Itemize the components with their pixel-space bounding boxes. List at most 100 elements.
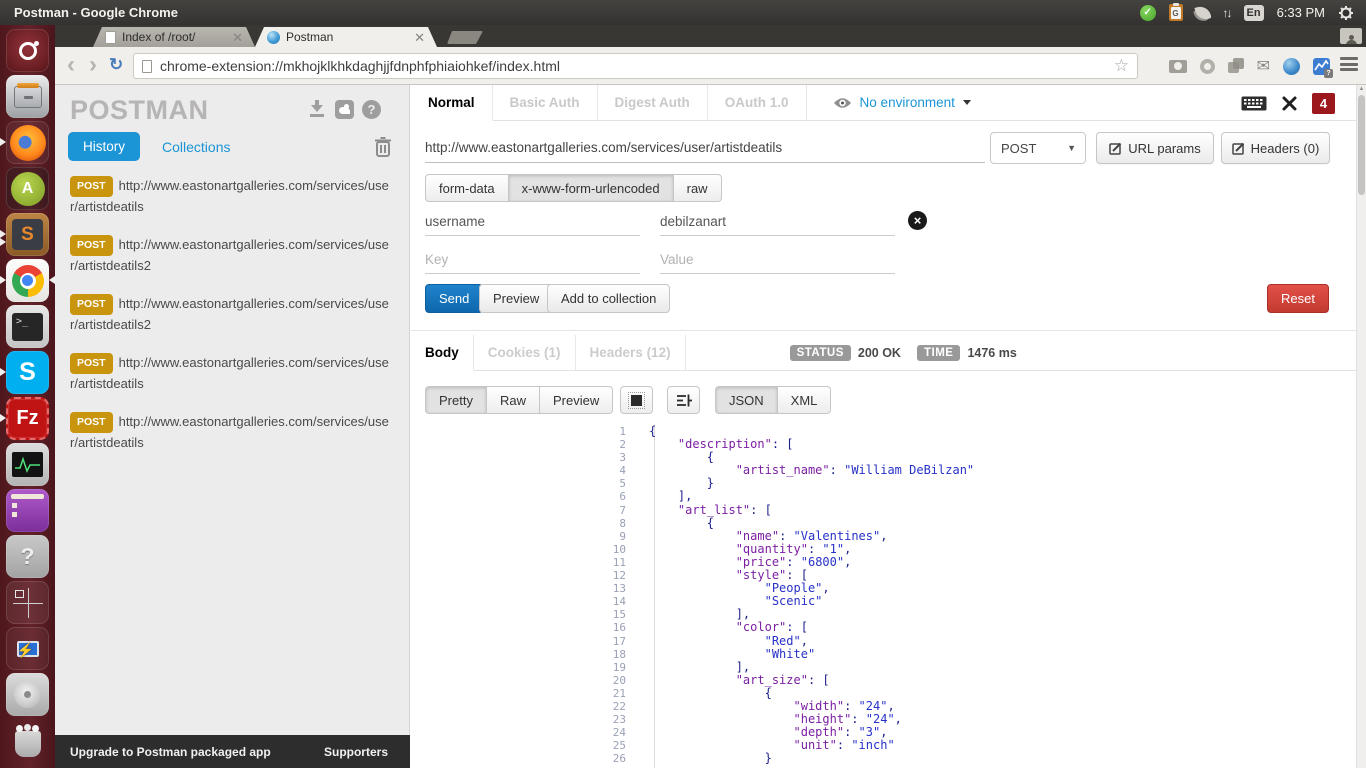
code-line: 7 "art_list": [ <box>610 504 1344 517</box>
view-pretty-button[interactable]: Pretty <box>425 386 487 414</box>
browser-tab-index-of-root[interactable]: Index of /root/ ✕ <box>93 27 255 47</box>
keyboard-layout-indicator[interactable]: En <box>1244 5 1264 21</box>
scrollbar-thumb[interactable] <box>1358 95 1365 195</box>
supporters-link[interactable]: Supporters <box>324 745 388 759</box>
param-value-input[interactable] <box>660 246 895 274</box>
clipboard-icon[interactable]: G <box>1169 4 1183 21</box>
send-button[interactable]: Send <box>425 284 483 313</box>
param-key-input[interactable] <box>425 246 640 274</box>
history-item[interactable]: POSThttp://www.eastonartgalleries.com/se… <box>55 348 409 398</box>
scroll-up-arrow[interactable]: ▲ <box>1357 86 1366 92</box>
mail-extension-icon[interactable]: ✉ <box>1257 56 1270 76</box>
launcher-workspace-switcher-icon[interactable] <box>6 581 49 624</box>
tab-headers[interactable]: Headers (12) <box>576 335 686 370</box>
notification-badge[interactable]: 4 <box>1312 93 1335 114</box>
address-bar[interactable]: chrome-extension://mkhojklkhkdaghjjfdnph… <box>133 53 1138 79</box>
globe-favicon-icon <box>267 31 280 44</box>
window-title: Postman - Google Chrome <box>0 5 178 20</box>
launcher-filezilla-icon[interactable]: Fz <box>6 397 49 440</box>
reset-button[interactable]: Reset <box>1267 284 1329 313</box>
twitter-icon[interactable] <box>335 100 354 119</box>
expand-button[interactable] <box>620 386 653 414</box>
launcher-terminal-icon[interactable]: >_ <box>6 305 49 348</box>
question-badge-icon: ? <box>1324 69 1333 78</box>
launcher-disks-icon[interactable] <box>6 673 49 716</box>
param-value-input[interactable] <box>660 208 895 236</box>
method-badge: POST <box>70 412 113 433</box>
line-wrap-button[interactable] <box>667 386 700 414</box>
help-icon[interactable]: ? <box>362 100 381 119</box>
collections-tab[interactable]: Collections <box>162 139 230 155</box>
tab-close-icon[interactable]: ✕ <box>224 31 243 44</box>
launcher-chrome-icon[interactable] <box>6 259 49 302</box>
stack-extension-icon[interactable] <box>1228 58 1244 74</box>
session-gear-icon[interactable] <box>1338 5 1354 21</box>
launcher-android-studio-icon[interactable]: A <box>6 167 49 210</box>
tab-title: Index of /root/ <box>122 30 195 44</box>
tab-cookies[interactable]: Cookies (1) <box>474 335 576 370</box>
tab-normal[interactable]: Normal <box>411 85 493 121</box>
clock[interactable]: 6:33 PM <box>1277 5 1325 20</box>
network-arrows-icon[interactable]: ↑↓ <box>1223 6 1231 20</box>
method-select[interactable]: POST ▼ <box>990 132 1086 164</box>
history-tab[interactable]: History <box>68 132 140 161</box>
delete-param-button[interactable]: × <box>908 211 927 230</box>
forward-button[interactable]: › <box>89 51 97 79</box>
tab-oauth[interactable]: OAuth 1.0 <box>708 85 807 120</box>
format-json-button[interactable]: JSON <box>715 386 778 414</box>
launcher-files-icon[interactable] <box>6 75 49 118</box>
tab-raw[interactable]: raw <box>674 174 722 202</box>
keyboard-shortcuts-icon[interactable] <box>1241 96 1267 111</box>
view-preview-button[interactable]: Preview <box>540 386 613 414</box>
launcher-skype-icon[interactable]: S <box>6 351 49 394</box>
reload-button[interactable]: ↻ <box>109 55 123 75</box>
page-scrollbar[interactable]: ▲ <box>1356 85 1366 768</box>
preview-button[interactable]: Preview <box>479 284 553 313</box>
bookmark-star-icon[interactable]: ☆ <box>1114 56 1129 76</box>
tools-icon[interactable] <box>1281 95 1298 112</box>
history-item[interactable]: POSThttp://www.eastonartgalleries.com/se… <box>55 230 409 280</box>
globe-extension-icon[interactable] <box>1283 58 1300 75</box>
browser-tab-postman[interactable]: Postman ✕ <box>255 27 437 47</box>
history-item[interactable]: POSThttp://www.eastonartgalleries.com/se… <box>55 171 409 221</box>
request-url-input[interactable] <box>425 132 985 163</box>
history-item[interactable]: POSThttp://www.eastonartgalleries.com/se… <box>55 407 409 457</box>
leaf-icon[interactable] <box>1194 4 1211 21</box>
param-key-input[interactable] <box>425 208 640 236</box>
tab-form-data[interactable]: form-data <box>425 174 509 202</box>
tab-x-www-form-urlencoded[interactable]: x-www-form-urlencoded <box>509 174 674 202</box>
history-item[interactable]: POSThttp://www.eastonartgalleries.com/se… <box>55 289 409 339</box>
add-to-collection-button[interactable]: Add to collection <box>547 284 670 313</box>
launcher-help-icon[interactable]: ? <box>6 535 49 578</box>
trash-icon[interactable] <box>372 135 394 159</box>
upgrade-link[interactable]: Upgrade to Postman packaged app <box>70 745 271 759</box>
format-xml-button[interactable]: XML <box>778 386 832 414</box>
ring-extension-icon[interactable] <box>1200 59 1215 74</box>
launcher-sublime-text-icon[interactable]: S <box>6 213 49 256</box>
profile-button[interactable] <box>1340 28 1362 44</box>
tab-close-icon[interactable]: ✕ <box>406 31 425 44</box>
tab-body[interactable]: Body <box>411 335 474 371</box>
tab-basic-auth[interactable]: Basic Auth <box>493 85 598 120</box>
sidebar-tabs: History Collections <box>68 132 394 161</box>
launcher-system-monitor-icon[interactable] <box>6 443 49 486</box>
launcher-remote-desktop-icon[interactable]: ⚡ <box>6 627 49 670</box>
camera-extension-icon[interactable] <box>1169 60 1187 73</box>
skype-status-icon[interactable]: ✓ <box>1140 5 1156 21</box>
chart-extension-icon[interactable]: ? <box>1313 58 1330 75</box>
launcher-trash-icon[interactable] <box>6 722 49 765</box>
url-params-button[interactable]: URL params <box>1096 132 1214 164</box>
back-button[interactable]: ‹ <box>67 51 75 79</box>
view-raw-button[interactable]: Raw <box>487 386 540 414</box>
launcher-software-icon[interactable] <box>6 489 49 532</box>
new-tab-button[interactable] <box>447 31 483 44</box>
launcher-firefox-icon[interactable] <box>6 121 49 164</box>
download-icon[interactable] <box>307 99 327 119</box>
code-line: 5 } <box>610 477 1344 490</box>
headers-button[interactable]: Headers (0) <box>1221 132 1330 164</box>
tab-digest-auth[interactable]: Digest Auth <box>598 85 708 120</box>
browser-menu-button[interactable] <box>1340 57 1358 73</box>
sidebar-header-icons: ? <box>307 99 381 119</box>
launcher-ubuntu-dash-icon[interactable] <box>6 29 49 72</box>
environment-selector[interactable]: No environment <box>833 85 971 120</box>
